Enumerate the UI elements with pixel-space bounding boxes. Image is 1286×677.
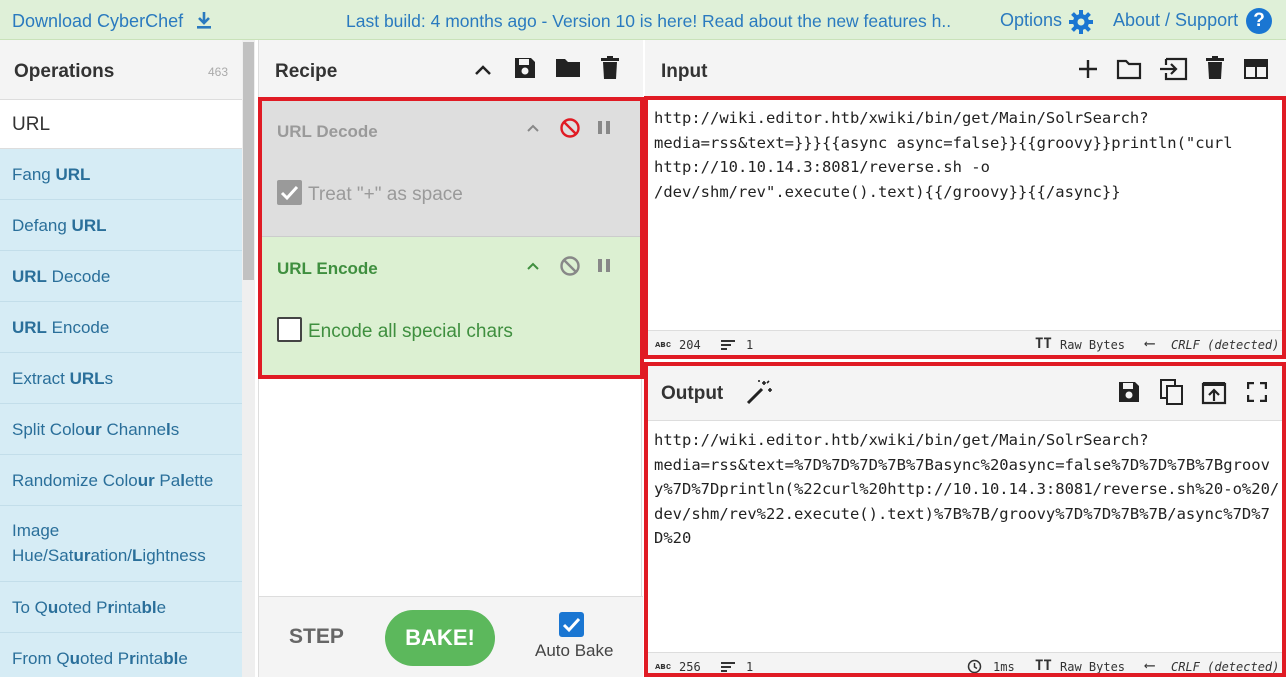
operation-item-randomize-colour-palette[interactable]: Randomize Colour Palette: [0, 455, 242, 506]
options-link[interactable]: Options: [1000, 10, 1062, 31]
operation-item-from-quoted-printable[interactable]: From Quoted Printable: [0, 633, 242, 677]
operations-count: 463: [207, 65, 228, 79]
recipe-op-url-encode[interactable]: URL Encode Encode all special chars: [259, 237, 643, 377]
recipe-op-name: URL Decode: [277, 122, 378, 141]
recipe-title: Recipe: [275, 61, 338, 82]
length-icon: ᴀʙᴄ: [655, 340, 672, 350]
operations-search-input[interactable]: URL: [0, 100, 242, 149]
lines-icon: [721, 339, 735, 354]
input-header: Input: [645, 40, 1286, 99]
checkbox-unchecked[interactable]: [277, 317, 302, 342]
collapse-all-icon[interactable]: [473, 60, 493, 85]
download-icon: [194, 10, 214, 35]
treat-plus-as-space-option[interactable]: Treat "+" as space: [277, 180, 463, 206]
gear-icon[interactable]: [1068, 9, 1094, 40]
input-lines: 1: [746, 338, 754, 352]
input-textarea[interactable]: http://wiki.editor.htb/xwiki/bin/get/Mai…: [654, 106, 1282, 328]
add-tab-icon[interactable]: [1077, 58, 1099, 85]
chevron-up-icon[interactable]: [525, 120, 541, 141]
disable-op-icon[interactable]: [559, 117, 581, 144]
top-banner: Download CyberChef Last build: 4 months …: [0, 0, 1286, 40]
recipe-footer: STEP BAKE! Auto Bake: [259, 596, 643, 677]
bake-button[interactable]: BAKE!: [385, 610, 495, 666]
recipe-header: Recipe: [259, 40, 643, 99]
download-link[interactable]: Download CyberChef: [12, 10, 214, 35]
save-output-icon[interactable]: [1117, 380, 1141, 409]
operation-item-image-hue-saturation-lightness[interactable]: Image Hue/Saturation/Lightness: [0, 506, 242, 582]
output-title: Output: [661, 383, 724, 404]
text-encoding-icon: TT: [1035, 336, 1052, 352]
operations-header: Operations 463: [0, 40, 242, 100]
build-notice-link[interactable]: Last build: 4 months ago - Version 10 is…: [346, 11, 950, 32]
output-encoding[interactable]: Raw Bytes: [1060, 660, 1125, 674]
operations-scrollbar-thumb[interactable]: [243, 42, 254, 280]
output-time: 1ms: [993, 660, 1015, 674]
operation-item-url-encode[interactable]: URL Encode: [0, 302, 242, 353]
output-status-bar: ᴀʙᴄ 256 1 1ms TT Raw Bytes ⟵ CRLF (detec…: [645, 652, 1286, 677]
layout-icon[interactable]: [1243, 58, 1269, 85]
operation-item-defang-url[interactable]: Defang URL: [0, 200, 242, 251]
copy-output-icon[interactable]: [1159, 378, 1185, 411]
about-support-link[interactable]: About / Support: [1113, 10, 1238, 31]
maximise-icon[interactable]: [1246, 381, 1268, 407]
output-eol[interactable]: CRLF (detected): [1171, 660, 1279, 674]
operations-panel: Operations 463 URL Fang URL Defang URL U…: [0, 40, 255, 677]
help-icon[interactable]: ?: [1246, 8, 1272, 34]
eol-icon: ⟵: [1145, 334, 1155, 352]
operations-list: Fang URL Defang URL URL Decode URL Encod…: [0, 149, 242, 677]
checkbox-checked[interactable]: [277, 180, 302, 205]
magic-wand-icon[interactable]: [745, 379, 773, 410]
eol-icon: ⟵: [1145, 656, 1155, 674]
operation-item-url-decode[interactable]: URL Decode: [0, 251, 242, 302]
output-header: Output: [645, 362, 1286, 421]
operation-item-fang-url[interactable]: Fang URL: [0, 149, 242, 200]
input-eol[interactable]: CRLF (detected): [1171, 338, 1279, 352]
output-textarea[interactable]: http://wiki.editor.htb/xwiki/bin/get/Mai…: [654, 428, 1282, 648]
encode-all-special-chars-option[interactable]: Encode all special chars: [277, 317, 513, 343]
chevron-up-icon[interactable]: [525, 258, 541, 279]
pause-icon[interactable]: [597, 258, 611, 279]
operation-item-extract-urls[interactable]: Extract URLs: [0, 353, 242, 404]
download-label: Download CyberChef: [12, 11, 184, 31]
auto-bake-checkbox[interactable]: [559, 612, 584, 637]
replace-input-icon[interactable]: [1201, 379, 1227, 410]
input-length: 204: [679, 338, 701, 352]
text-encoding-icon: TT: [1035, 658, 1052, 674]
operation-item-split-colour-channels[interactable]: Split Colour Channels: [0, 404, 242, 455]
recipe-op-name: URL Encode: [277, 259, 378, 278]
save-recipe-icon[interactable]: [513, 56, 537, 85]
output-lines: 1: [746, 660, 754, 674]
clock-icon: [967, 659, 982, 677]
recipe-op-url-decode[interactable]: URL Decode Treat "+" as space: [259, 100, 643, 237]
clear-recipe-icon[interactable]: [600, 56, 620, 85]
recipe-panel: Recipe URL Decode Treat "+" as space URL…: [258, 40, 643, 677]
operations-title: Operations: [14, 61, 115, 82]
input-encoding[interactable]: Raw Bytes: [1060, 338, 1125, 352]
lines-icon: [721, 661, 735, 676]
open-folder-icon[interactable]: [1116, 58, 1142, 85]
input-status-bar: ᴀʙᴄ 204 1 TT Raw Bytes ⟵ CRLF (detected): [645, 330, 1286, 358]
input-title: Input: [661, 61, 708, 82]
operation-item-to-quoted-printable[interactable]: To Quoted Printable: [0, 582, 242, 633]
output-length: 256: [679, 660, 701, 674]
clear-input-icon[interactable]: [1205, 56, 1225, 85]
disable-op-icon[interactable]: [559, 255, 581, 282]
load-recipe-icon[interactable]: [555, 56, 581, 85]
auto-bake-label: Auto Bake: [535, 641, 614, 660]
step-button[interactable]: STEP: [289, 625, 344, 649]
length-icon: ᴀʙᴄ: [655, 662, 672, 672]
pause-icon[interactable]: [597, 120, 611, 141]
open-file-icon[interactable]: [1158, 57, 1188, 86]
